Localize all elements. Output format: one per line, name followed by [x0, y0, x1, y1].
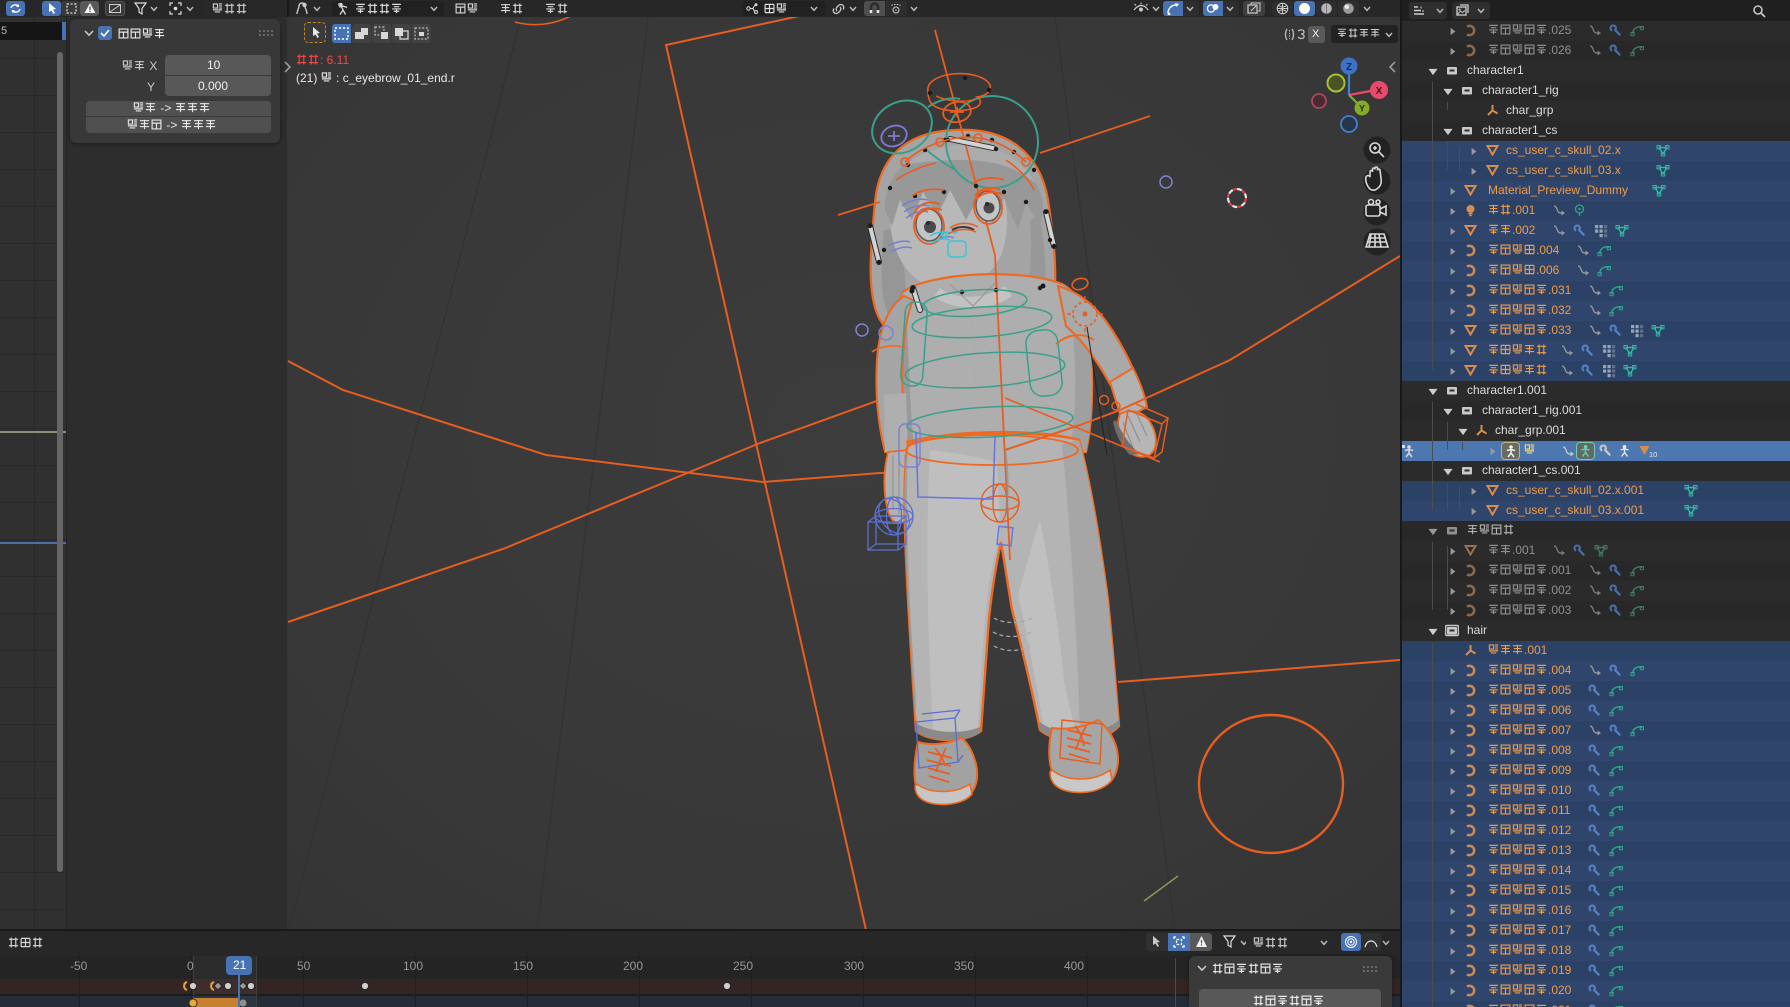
svg-text:X: X	[1376, 86, 1383, 97]
svg-text:10: 10	[1649, 450, 1657, 458]
svg-text:Z: Z	[1346, 62, 1352, 73]
svg-text:Y: Y	[1359, 104, 1365, 114]
